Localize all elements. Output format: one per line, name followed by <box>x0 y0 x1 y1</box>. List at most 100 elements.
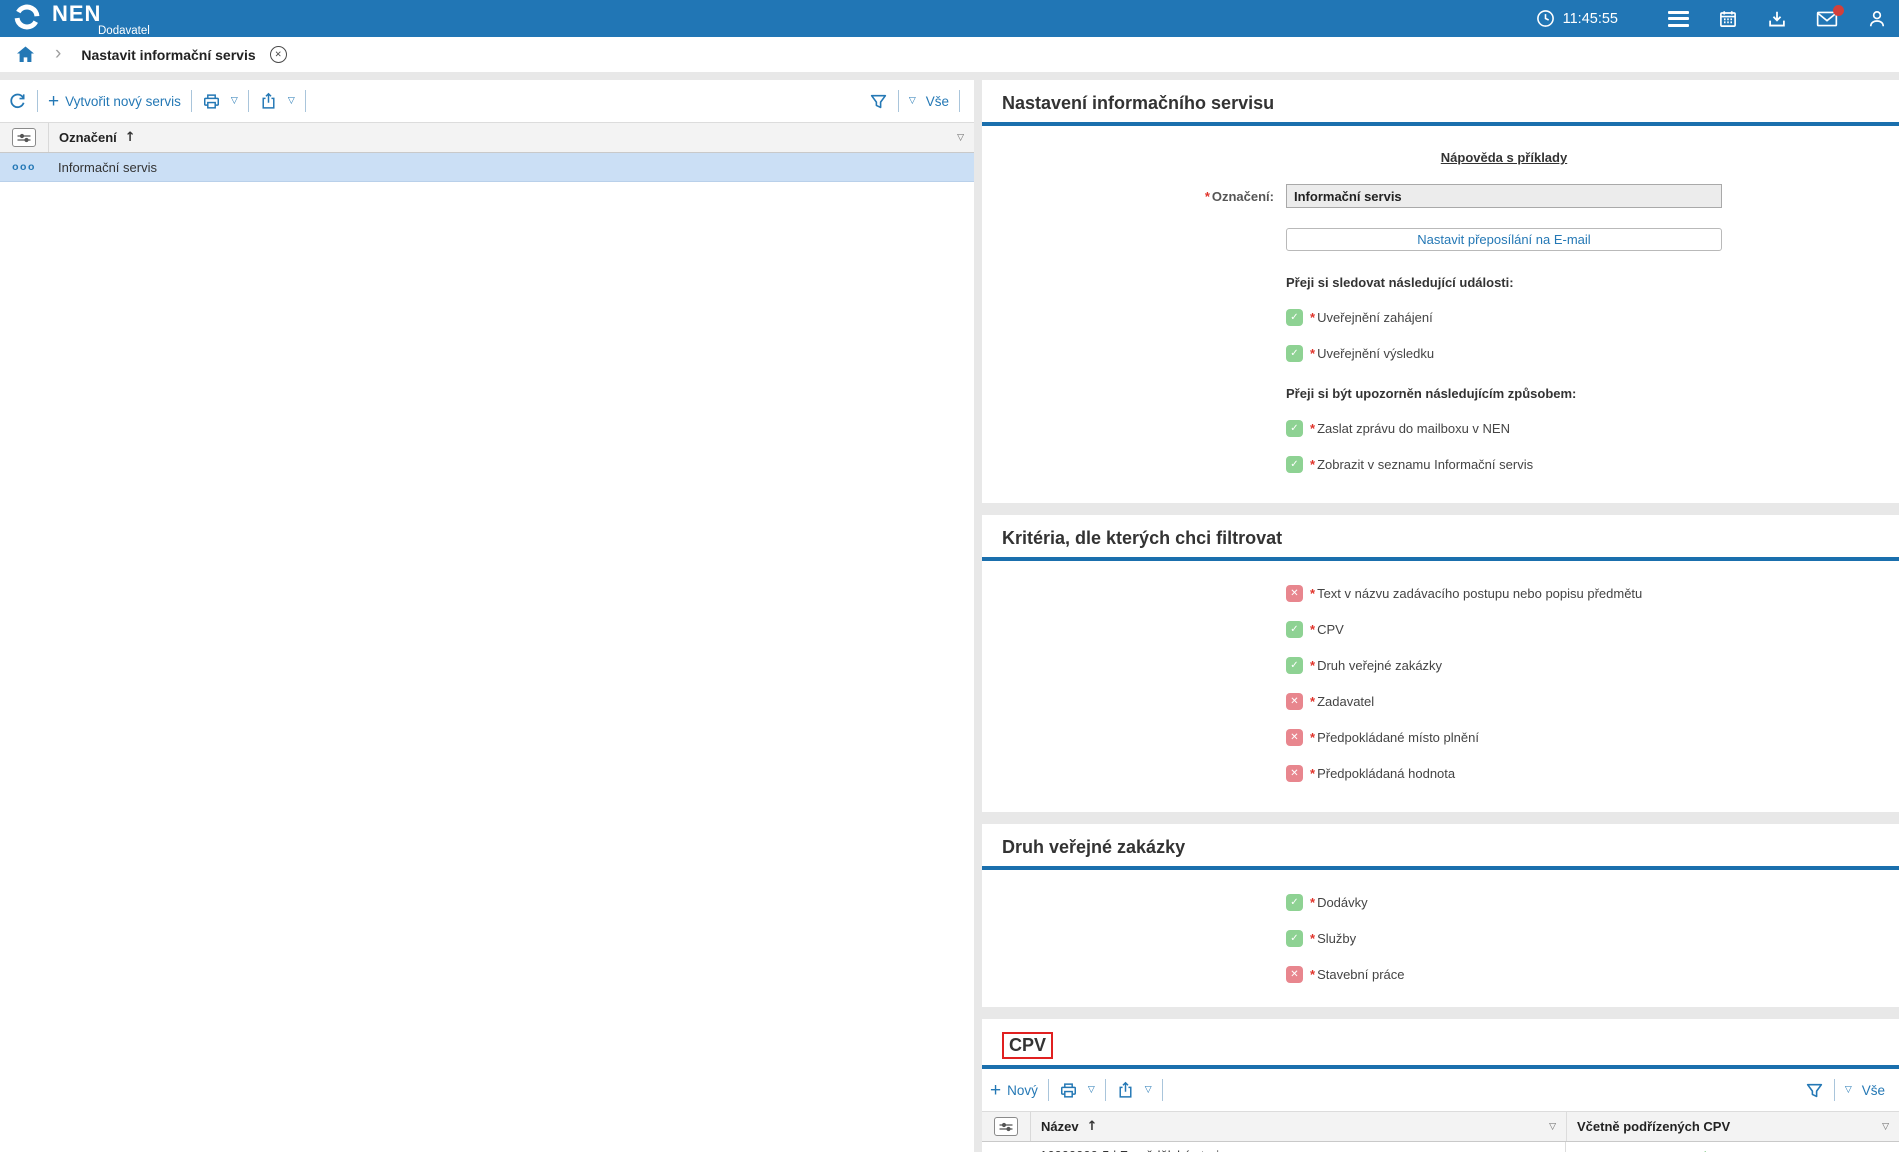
service-detail-panel: Nastavení informačního servisu Nápověda … <box>982 80 1899 1152</box>
home-icon <box>16 46 35 63</box>
notify-option-mailbox: ✓ *Zaslat zprávu do mailboxu v NEN <box>1286 420 1899 437</box>
column-header-vcetne[interactable]: Včetně podřízených CPV ▽ <box>1567 1112 1899 1141</box>
show-all-link[interactable]: Vše <box>926 94 949 109</box>
checkbox-checked-icon[interactable]: ✓ <box>1286 657 1303 674</box>
help-with-examples-link[interactable]: Nápověda s příklady <box>1441 150 1567 165</box>
checkbox-unchecked-icon[interactable]: ✕ <box>1286 693 1303 710</box>
column-settings-button[interactable] <box>12 128 36 147</box>
notify-option-list: ✓ *Zobrazit v seznamu Informační servis <box>1286 456 1899 473</box>
server-time: 11:45:55 <box>1536 9 1618 28</box>
export-button[interactable] <box>259 92 278 111</box>
print-options-dropdown[interactable]: ▽ <box>231 96 238 106</box>
cpv-row-name: 16000000-5 | Zemědělské stroje <box>1030 1142 1566 1152</box>
service-table-header: Označení ↑ ▽ <box>0 122 974 153</box>
setup-email-forwarding-button[interactable]: Nastavit přeposílání na E-mail <box>1286 228 1722 251</box>
sort-ascending-icon: ↑ <box>1087 1119 1098 1134</box>
checkbox-checked-icon[interactable]: ✓ <box>1286 456 1303 473</box>
downloads-button[interactable] <box>1767 9 1787 29</box>
main-menu-button[interactable] <box>1668 11 1689 27</box>
nen-logo[interactable]: NEN Dodavatel <box>12 0 150 38</box>
toolbar-separator <box>1048 1079 1049 1101</box>
cpv-section-title: CPV <box>1002 1032 1053 1059</box>
service-table-row[interactable]: ooo Informační servis <box>0 153 974 182</box>
hamburger-icon <box>1668 11 1689 27</box>
checkbox-checked-icon[interactable]: ✓ <box>1286 345 1303 362</box>
checkbox-unchecked-icon[interactable]: ✕ <box>1286 585 1303 602</box>
column-header-oznaceni[interactable]: Označení ↑ ▽ <box>49 123 974 152</box>
plus-icon: + <box>990 1081 1001 1100</box>
designation-input[interactable] <box>1286 184 1722 208</box>
close-tab-button[interactable]: ✕ <box>270 46 287 63</box>
toolbar-separator <box>191 90 192 112</box>
toolbar-separator <box>898 90 899 112</box>
view-options-dropdown[interactable]: ▽ <box>909 96 916 106</box>
export-icon <box>259 92 278 111</box>
row-menu-icon[interactable]: ooo <box>12 162 36 173</box>
checkbox-checked-icon[interactable]: ✓ <box>1286 621 1303 638</box>
cpv-print-button[interactable] <box>1059 1081 1078 1100</box>
filter-button[interactable] <box>869 92 888 111</box>
contract-type-section: Druh veřejné zakázky ✓ *Dodávky ✓ *Služb… <box>982 824 1899 1007</box>
cpv-view-options-dropdown[interactable]: ▽ <box>1845 1085 1852 1095</box>
breadcrumb: › Nastavit informační servis ✕ <box>0 37 1899 72</box>
events-heading: Přeji si sledovat následující události: <box>1286 275 1899 290</box>
cpv-export-options-dropdown[interactable]: ▽ <box>1145 1085 1152 1095</box>
nen-logo-icon <box>12 0 42 32</box>
checkbox-checked-icon[interactable]: ✓ <box>1286 894 1303 911</box>
toolbar-separator <box>37 90 38 112</box>
unread-messages-badge <box>1833 5 1844 16</box>
messages-button[interactable] <box>1816 10 1838 28</box>
column-filter-icon[interactable]: ▽ <box>957 133 964 143</box>
settings-section-title: Nastavení informačního servisu <box>1002 93 1274 114</box>
toolbar-separator <box>1162 1079 1163 1101</box>
checkbox-unchecked-icon[interactable]: ✕ <box>1286 966 1303 983</box>
type-item-stavebni: ✕ *Stavební práce <box>1286 966 1899 983</box>
criteria-item-text: ✕ *Text v názvu zadávacího postupu nebo … <box>1286 585 1899 602</box>
toolbar-separator <box>1834 1079 1835 1101</box>
calendar-button[interactable] <box>1718 9 1738 29</box>
export-options-dropdown[interactable]: ▽ <box>288 96 295 106</box>
criteria-item-druh: ✓ *Druh veřejné zakázky <box>1286 657 1899 674</box>
home-button[interactable] <box>16 46 35 63</box>
checkbox-checked-icon[interactable]: ✓ <box>1286 309 1303 326</box>
event-option-publication-start: ✓ *Uveřejnění zahájení <box>1286 309 1899 326</box>
criteria-item-zadavatel: ✕ *Zadavatel <box>1286 693 1899 710</box>
sort-ascending-icon: ↑ <box>125 130 136 145</box>
refresh-button[interactable] <box>8 92 27 111</box>
breadcrumb-page-title: Nastavit informační servis <box>81 47 255 63</box>
export-icon <box>1116 1081 1135 1100</box>
plus-icon: + <box>48 92 59 111</box>
cpv-filter-button[interactable] <box>1805 1081 1824 1100</box>
column-filter-icon[interactable]: ▽ <box>1882 1122 1889 1132</box>
service-list-toolbar: + Vytvořit nový servis ▽ <box>0 80 974 122</box>
criteria-section-title: Kritéria, dle kterých chci filtrovat <box>1002 528 1282 549</box>
user-profile-button[interactable] <box>1867 9 1887 29</box>
cpv-export-button[interactable] <box>1116 1081 1135 1100</box>
top-bar: NEN Dodavatel 11:45:55 <box>0 0 1899 37</box>
print-button[interactable] <box>202 92 221 111</box>
event-option-publication-result: ✓ *Uveřejnění výsledku <box>1286 345 1899 362</box>
criteria-item-hodnota: ✕ *Předpokládaná hodnota <box>1286 765 1899 782</box>
checkbox-unchecked-icon[interactable]: ✕ <box>1286 729 1303 746</box>
app-name: NEN <box>52 3 150 25</box>
cpv-show-all-link[interactable]: Vše <box>1862 1083 1885 1098</box>
checkbox-unchecked-icon[interactable]: ✕ <box>1286 765 1303 782</box>
create-new-service-button[interactable]: + Vytvořit nový servis <box>48 92 181 111</box>
column-header-nazev[interactable]: Název ↑ ▽ <box>1031 1112 1567 1141</box>
cpv-table-row[interactable]: ooo 16000000-5 | Zemědělské stroje ✓ <box>982 1142 1899 1152</box>
cpv-column-settings-button[interactable] <box>994 1117 1018 1136</box>
printer-icon <box>202 92 221 111</box>
cpv-print-options-dropdown[interactable]: ▽ <box>1088 1085 1095 1095</box>
checkbox-checked-icon[interactable]: ✓ <box>1286 930 1303 947</box>
checkbox-checked-icon[interactable]: ✓ <box>1286 420 1303 437</box>
download-tray-icon <box>1767 9 1787 29</box>
toolbar-separator <box>1105 1079 1106 1101</box>
person-icon <box>1867 9 1887 29</box>
calendar-icon <box>1718 9 1738 29</box>
service-list-panel: + Vytvořit nový servis ▽ <box>0 80 974 1152</box>
designation-label: *Označení: <box>982 189 1274 204</box>
column-filter-icon[interactable]: ▽ <box>1549 1122 1556 1132</box>
filter-funnel-icon <box>1805 1081 1824 1100</box>
cpv-new-button[interactable]: + Nový <box>990 1081 1038 1100</box>
toolbar-separator <box>959 90 960 112</box>
